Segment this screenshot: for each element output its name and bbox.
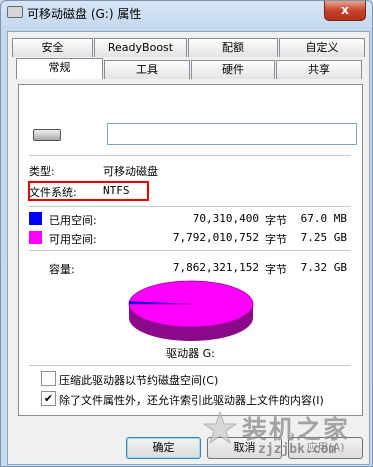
free-space-bytes: 7,792,010,752 — [172, 231, 259, 244]
dialog-content: 安全 ReadyBoost 配额 自定义 常规 工具 硬件 共享 类型: 可移动… — [7, 31, 370, 465]
star-logo-icon — [202, 410, 238, 445]
type-label: 类型: — [29, 165, 55, 178]
watermark: 装机之家 zjzjbk.com — [202, 406, 372, 466]
divider — [29, 250, 351, 251]
title-bar: 可移动磁盘 (G:) 属性 x — [1, 1, 372, 25]
used-space-swatch — [29, 212, 42, 225]
disk-usage-pie-chart — [128, 280, 254, 341]
tab-readyboost[interactable]: ReadyBoost — [94, 38, 187, 57]
window-title: 可移动磁盘 (G:) 属性 — [27, 7, 142, 21]
compress-checkbox[interactable] — [41, 371, 56, 386]
free-space-swatch — [29, 231, 42, 244]
drive-label: 驱动器 G: — [166, 347, 215, 360]
used-space-unit: 字节 — [265, 214, 287, 227]
used-space-bytes: 70,310,400 — [192, 212, 259, 225]
tab-customize[interactable]: 自定义 — [279, 38, 365, 57]
drive-icon — [7, 6, 23, 18]
ok-button[interactable]: 确定 — [126, 437, 201, 459]
file-system-value: NTFS — [103, 184, 130, 197]
tab-sharing[interactable]: 共享 — [276, 60, 362, 79]
watermark-url: zjzjbk.com — [258, 442, 337, 457]
properties-window: 可移动磁盘 (G:) 属性 x 安全 ReadyBoost 配额 自定义 常规 … — [0, 0, 373, 467]
type-value: 可移动磁盘 — [103, 165, 158, 178]
index-check-mark: ✔ — [43, 392, 54, 405]
tab-hardware[interactable]: 硬件 — [191, 60, 275, 79]
divider — [29, 206, 351, 207]
file-system-label: 文件系统: — [29, 186, 77, 199]
free-space-label: 可用空间: — [49, 233, 97, 246]
tab-quota[interactable]: 配额 — [188, 38, 278, 57]
free-space-size: 7.25 GB — [300, 231, 347, 244]
capacity-unit: 字节 — [265, 263, 287, 276]
tab-tools[interactable]: 工具 — [104, 60, 190, 79]
capacity-label: 容量: — [49, 263, 75, 276]
used-space-size: 67.0 MB — [300, 212, 347, 225]
capacity-bytes: 7,862,321,152 — [172, 261, 259, 274]
drive-name-input[interactable] — [107, 123, 357, 145]
capacity-size: 7.32 GB — [300, 261, 347, 274]
usb-drive-icon — [33, 129, 61, 141]
compress-label: 压缩此驱动器以节约磁盘空间(C) — [59, 374, 219, 387]
tab-security[interactable]: 安全 — [12, 38, 93, 57]
general-tab-panel: 类型: 可移动磁盘 文件系统: NTFS 已用空间: 70,310,400 字节… — [18, 84, 363, 416]
close-button[interactable]: x — [324, 1, 366, 21]
used-space-label: 已用空间: — [49, 214, 97, 227]
watermark-text: 装机之家 — [242, 415, 351, 444]
divider — [29, 365, 351, 366]
divider — [29, 155, 351, 156]
tab-general[interactable]: 常规 — [16, 58, 103, 79]
index-checkbox[interactable]: ✔ — [41, 391, 56, 406]
free-space-unit: 字节 — [265, 233, 287, 246]
